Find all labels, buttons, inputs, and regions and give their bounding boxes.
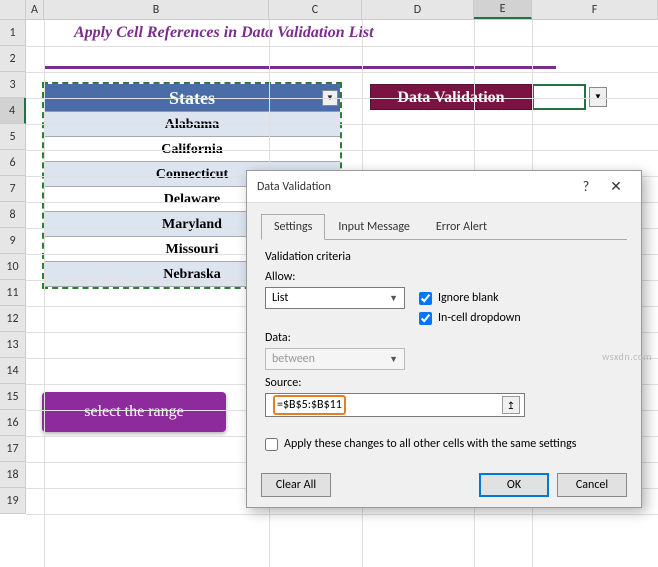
row-header-17[interactable]: 17: [0, 436, 26, 462]
data-label: Data:: [265, 331, 623, 345]
row-header-18[interactable]: 18: [0, 462, 26, 488]
spreadsheet-grid: ABCDEF 12345678910111213141516171819 App…: [0, 0, 658, 20]
ok-button[interactable]: OK: [479, 473, 549, 497]
close-icon[interactable]: ✕: [601, 178, 631, 195]
validation-dropdown-icon[interactable]: ▼: [589, 87, 607, 107]
data-value: between: [272, 352, 315, 366]
col-header-b[interactable]: B: [44, 0, 269, 19]
chevron-down-icon: ▼: [389, 293, 398, 304]
range-picker-icon[interactable]: ↥: [502, 396, 520, 414]
dialog-tabs: SettingsInput MessageError Alert: [261, 213, 627, 240]
ignore-blank-checkbox[interactable]: Ignore blank: [419, 291, 499, 305]
chevron-down-icon: ▼: [389, 354, 398, 365]
row-header-6[interactable]: 6: [0, 150, 26, 176]
data-validation-dialog: Data Validation ? ✕ SettingsInput Messag…: [246, 170, 642, 508]
col-header-a[interactable]: A: [26, 0, 44, 19]
col-header-e[interactable]: E: [474, 0, 532, 19]
ignore-blank-input[interactable]: [419, 292, 432, 305]
data-select: between ▼: [265, 348, 405, 370]
help-icon[interactable]: ?: [571, 178, 601, 195]
tab-error-alert[interactable]: Error Alert: [423, 214, 500, 240]
allow-select[interactable]: List ▼: [265, 287, 405, 309]
clear-all-button[interactable]: Clear All: [261, 473, 331, 497]
incell-dropdown-input[interactable]: [419, 312, 432, 325]
dialog-titlebar[interactable]: Data Validation ? ✕: [247, 171, 641, 203]
apply-changes-label: Apply these changes to all other cells w…: [284, 437, 576, 451]
row-header-7[interactable]: 7: [0, 176, 26, 202]
row-header-4[interactable]: 4: [0, 98, 26, 124]
row-header-1[interactable]: 1: [0, 20, 26, 46]
dv-label-cell: Data Validation: [370, 84, 532, 110]
col-header-f[interactable]: F: [532, 0, 658, 19]
section-label: Validation criteria: [265, 250, 623, 264]
watermark: wsxdn.com: [602, 350, 652, 363]
instruction-badge: select the range: [42, 392, 226, 432]
source-label: Source:: [265, 376, 623, 390]
cancel-button[interactable]: Cancel: [557, 473, 627, 497]
dialog-title: Data Validation: [257, 180, 571, 194]
incell-dropdown-checkbox[interactable]: In-cell dropdown: [419, 311, 521, 325]
row-header-13[interactable]: 13: [0, 332, 26, 358]
row-header-14[interactable]: 14: [0, 358, 26, 384]
row-header-5[interactable]: 5: [0, 124, 26, 150]
row-header-3[interactable]: 3: [0, 72, 26, 98]
row-headers: 12345678910111213141516171819: [0, 20, 26, 514]
row-header-9[interactable]: 9: [0, 228, 26, 254]
source-input[interactable]: =$B$5:$B$11 ↥: [265, 393, 525, 417]
tab-input-message[interactable]: Input Message: [325, 214, 423, 240]
apply-changes-input[interactable]: [265, 438, 278, 451]
row-header-19[interactable]: 19: [0, 488, 26, 514]
row-header-16[interactable]: 16: [0, 410, 26, 436]
col-header-d[interactable]: D: [362, 0, 474, 19]
row-header-12[interactable]: 12: [0, 306, 26, 332]
column-headers: ABCDEF: [0, 0, 658, 20]
row-header-8[interactable]: 8: [0, 202, 26, 228]
selected-cell-e4[interactable]: [532, 84, 586, 110]
apply-changes-checkbox[interactable]: Apply these changes to all other cells w…: [265, 437, 623, 451]
source-value: =$B$5:$B$11: [273, 395, 346, 415]
allow-label: Allow:: [265, 270, 623, 284]
page-title: Apply Cell References in Data Validation…: [74, 24, 374, 42]
row-header-11[interactable]: 11: [0, 280, 26, 306]
ignore-blank-label: Ignore blank: [438, 291, 499, 305]
allow-value: List: [272, 291, 288, 305]
title-underline: [44, 66, 556, 69]
incell-dropdown-label: In-cell dropdown: [438, 311, 521, 325]
tab-settings[interactable]: Settings: [261, 214, 325, 240]
row-header-15[interactable]: 15: [0, 384, 26, 410]
row-header-10[interactable]: 10: [0, 254, 26, 280]
col-header-c[interactable]: C: [269, 0, 362, 19]
row-header-2[interactable]: 2: [0, 46, 26, 72]
